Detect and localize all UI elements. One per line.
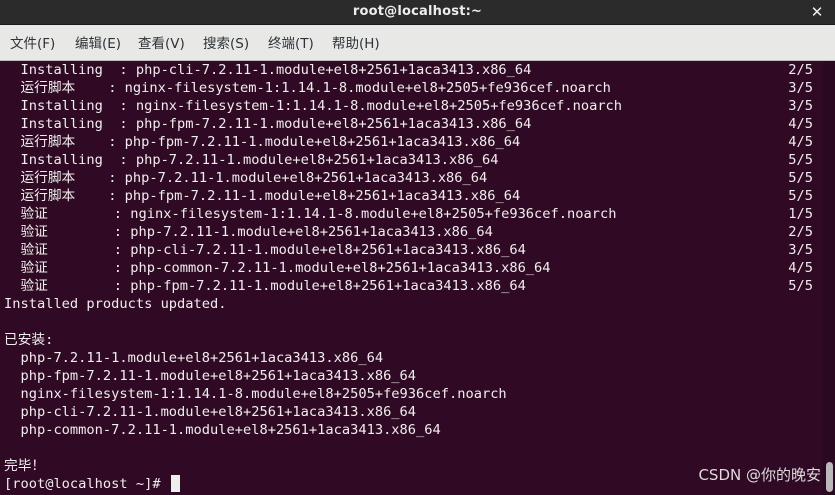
- progress-counter: 3/5: [788, 98, 813, 114]
- menu-terminal[interactable]: 终端(T): [268, 25, 314, 60]
- close-icon[interactable]: ✕: [807, 2, 827, 22]
- terminal-line: 验证 : php-common-7.2.11-1.module+el8+2561…: [4, 260, 551, 276]
- terminal-line: 已安装:: [4, 332, 54, 348]
- terminal-line: php-7.2.11-1.module+el8+2561+1aca3413.x8…: [4, 350, 384, 366]
- terminal-line: 验证 : php-fpm-7.2.11-1.module+el8+2561+1a…: [4, 278, 526, 294]
- progress-counter: 3/5: [788, 80, 813, 96]
- progress-counter: 5/5: [788, 170, 813, 186]
- scrollbar-thumb[interactable]: [826, 462, 833, 492]
- progress-counter: 5/5: [788, 278, 813, 294]
- progress-counter: 5/5: [788, 188, 813, 204]
- terminal-line: 完毕！: [4, 458, 46, 474]
- terminal-line: 运行脚本 : php-fpm-7.2.11-1.module+el8+2561+…: [4, 188, 521, 204]
- terminal-window: root@localhost:~ ✕ 文件(F) 编辑(E) 查看(V) 搜索(…: [0, 0, 835, 495]
- progress-counter: 2/5: [788, 62, 813, 78]
- progress-counter: 3/5: [788, 242, 813, 258]
- menu-help[interactable]: 帮助(H): [332, 25, 380, 60]
- menu-bar: 文件(F) 编辑(E) 查看(V) 搜索(S) 终端(T) 帮助(H): [0, 25, 835, 61]
- prompt-line[interactable]: [root@localhost ~]#: [4, 475, 180, 493]
- terminal-line: 验证 : php-cli-7.2.11-1.module+el8+2561+1a…: [4, 242, 526, 258]
- terminal-line: 验证 : nginx-filesystem-1:1.14.1-8.module+…: [4, 206, 617, 222]
- terminal-line: Installed products updated.: [4, 296, 227, 312]
- terminal-line: 运行脚本 : php-fpm-7.2.11-1.module+el8+2561+…: [4, 134, 521, 150]
- terminal-line: Installing : nginx-filesystem-1:1.14.1-8…: [4, 98, 623, 114]
- menu-file[interactable]: 文件(F): [10, 25, 55, 60]
- shell-prompt: [root@localhost ~]#: [4, 476, 169, 492]
- terminal-line: php-common-7.2.11-1.module+el8+2561+1aca…: [4, 422, 441, 438]
- terminal-output[interactable]: Installing : php-cli-7.2.11-1.module+el8…: [0, 61, 823, 495]
- terminal-line: php-fpm-7.2.11-1.module+el8+2561+1aca341…: [4, 368, 417, 384]
- window-title: root@localhost:~: [352, 4, 483, 19]
- menu-search[interactable]: 搜索(S): [203, 25, 249, 60]
- terminal-line: php-cli-7.2.11-1.module+el8+2561+1aca341…: [4, 404, 417, 420]
- text-cursor: [170, 475, 180, 492]
- scrollbar[interactable]: [823, 61, 835, 495]
- progress-counter: 4/5: [788, 116, 813, 132]
- terminal-line: Installing : php-cli-7.2.11-1.module+el8…: [4, 62, 532, 78]
- progress-counter: 4/5: [788, 260, 813, 276]
- terminal-line: 运行脚本 : php-7.2.11-1.module+el8+2561+1aca…: [4, 170, 488, 186]
- watermark: CSDN @你的晚安: [698, 466, 821, 484]
- terminal-line: Installing : php-7.2.11-1.module+el8+256…: [4, 152, 499, 168]
- terminal-line: 验证 : php-7.2.11-1.module+el8+2561+1aca34…: [4, 224, 493, 240]
- menu-view[interactable]: 查看(V): [138, 25, 185, 60]
- progress-counter: 1/5: [788, 206, 813, 222]
- title-bar[interactable]: root@localhost:~ ✕: [0, 0, 835, 25]
- progress-counter: 5/5: [788, 152, 813, 168]
- menu-edit[interactable]: 编辑(E): [75, 25, 121, 60]
- terminal-line: 运行脚本 : nginx-filesystem-1:1.14.1-8.modul…: [4, 80, 611, 96]
- terminal-line: Installing : php-fpm-7.2.11-1.module+el8…: [4, 116, 532, 132]
- progress-counter: 2/5: [788, 224, 813, 240]
- progress-counter: 4/5: [788, 134, 813, 150]
- terminal-line: nginx-filesystem-1:1.14.1-8.module+el8+2…: [4, 386, 507, 402]
